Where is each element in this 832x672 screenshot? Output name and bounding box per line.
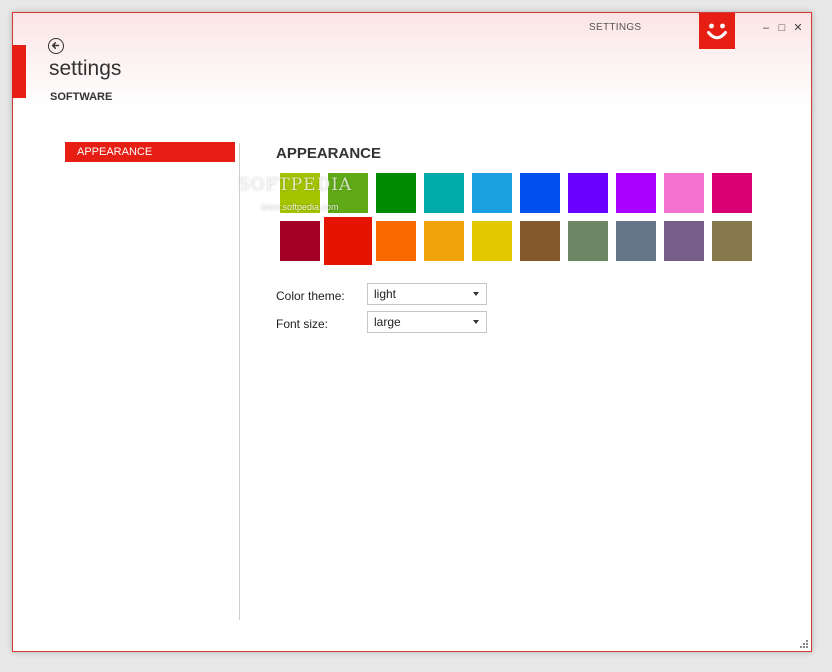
color-swatch[interactable]	[376, 173, 416, 213]
chevron-down-icon	[473, 292, 479, 296]
color-swatch[interactable]	[712, 221, 752, 261]
watermark-url: www.softpedia.com	[261, 202, 339, 212]
color-swatch[interactable]	[472, 173, 512, 213]
color-swatch[interactable]	[664, 173, 704, 213]
font-size-value: large	[374, 315, 401, 329]
sidebar-divider	[239, 143, 240, 620]
color-swatch[interactable]	[376, 221, 416, 261]
sidebar-item-appearance[interactable]: APPEARANCE	[65, 142, 235, 162]
color-swatch[interactable]	[472, 221, 512, 261]
color-swatch[interactable]	[424, 221, 464, 261]
color-swatch[interactable]	[568, 221, 608, 261]
settings-window: SETTINGS – □ ✕ settings SOFTWARE APPEARA…	[12, 12, 812, 652]
resize-grip-icon[interactable]	[799, 639, 809, 649]
color-swatch[interactable]	[712, 173, 752, 213]
minimize-button[interactable]: –	[761, 22, 771, 34]
color-swatch[interactable]	[280, 221, 320, 261]
close-button[interactable]: ✕	[793, 22, 803, 34]
color-swatch[interactable]	[616, 173, 656, 213]
font-size-select[interactable]: large	[367, 311, 487, 333]
page-subtitle: SOFTWARE	[50, 91, 113, 103]
color-swatch[interactable]	[520, 221, 560, 261]
color-swatch[interactable]	[568, 173, 608, 213]
color-theme-select[interactable]: light	[367, 283, 487, 305]
watermark-text: SOFTPEDIA	[238, 175, 353, 195]
window-controls: – □ ✕	[761, 22, 803, 34]
back-button[interactable]	[48, 38, 64, 54]
maximize-button[interactable]: □	[777, 22, 787, 34]
accent-bar	[12, 45, 26, 98]
back-arrow-icon	[51, 42, 60, 49]
app-logo	[699, 13, 735, 49]
section-heading: APPEARANCE	[276, 145, 382, 162]
color-swatch[interactable]	[664, 221, 704, 261]
font-size-label: Font size:	[276, 317, 329, 331]
page-title: settings	[49, 57, 122, 80]
color-theme-value: light	[374, 287, 397, 301]
window-title: SETTINGS	[589, 22, 642, 33]
chevron-down-icon	[473, 320, 479, 324]
smiley-logo-icon	[707, 23, 727, 40]
color-swatch[interactable]	[324, 217, 372, 265]
color-theme-label: Color theme:	[276, 289, 345, 303]
color-swatch[interactable]	[424, 173, 464, 213]
color-swatch[interactable]	[616, 221, 656, 261]
color-swatch[interactable]	[520, 173, 560, 213]
